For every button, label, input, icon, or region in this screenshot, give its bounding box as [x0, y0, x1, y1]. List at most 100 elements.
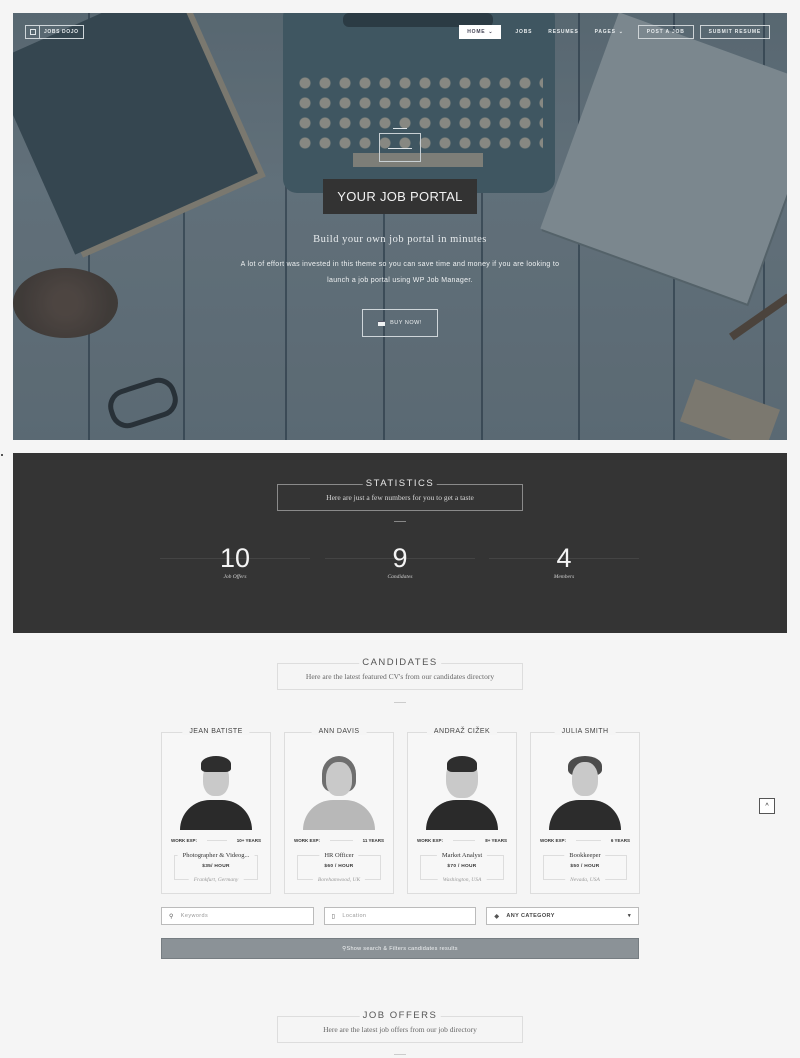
- candidate-title: HR Officer: [319, 852, 359, 859]
- candidate-rate: $50 / HOUR: [570, 864, 600, 869]
- candidate-search-form: ⚲ Keywords ▯ Location ◆ ANY CATEGORY ▾: [161, 907, 640, 925]
- buy-now-label: BUY NOW!: [390, 320, 422, 326]
- stat-label: Job Offers: [223, 574, 247, 580]
- nav-pages[interactable]: PAGES ⌄: [587, 25, 632, 39]
- section-title: JOB OFFERS: [359, 1010, 441, 1021]
- nav-resumes[interactable]: RESUMES: [540, 25, 586, 39]
- candidate-rate: $35/ HOUR: [202, 864, 230, 869]
- stray-dot: [1, 454, 3, 456]
- hero-content: YOUR JOB PORTAL Build your own job porta…: [13, 128, 787, 337]
- candidate-info: Market Analyst $70 / HOUR Washington, US…: [420, 852, 504, 883]
- candidate-info: Bookkeeper $50 / HOUR Nevada, USA: [543, 852, 627, 883]
- candidate-info: Photographer & Videog... $35/ HOUR Frank…: [174, 852, 258, 883]
- nav-pages-label: PAGES: [594, 29, 616, 35]
- work-exp-label: WORK EXP:: [417, 838, 444, 843]
- caret-down-icon: ▾: [627, 913, 632, 919]
- stat-members: 4 Members: [489, 543, 639, 580]
- candidate-card[interactable]: JULIA SMITH WORK EXP: 6 YEARS Bookkeeper …: [530, 728, 640, 894]
- candidate-title: Bookkeeper: [564, 852, 606, 859]
- candidate-location: Nevada, USA: [565, 877, 605, 883]
- map-icon: ▯: [331, 913, 336, 920]
- show-results-label: Show search & Filters candidates results: [346, 945, 458, 952]
- tags-icon: ◆: [494, 913, 500, 920]
- candidate-photo[interactable]: [546, 748, 624, 830]
- candidate-name[interactable]: JEAN BATISTE: [182, 728, 250, 735]
- nav-home-label: HOME: [467, 29, 486, 35]
- candidate-photo[interactable]: [177, 748, 255, 830]
- section-subtitle: Here are the latest job offers from our …: [323, 1025, 477, 1034]
- site-logo[interactable]: JOBS DOJO: [25, 25, 84, 39]
- section-title: STATISTICS: [362, 478, 438, 489]
- candidate-rate: $70 / HOUR: [447, 864, 477, 869]
- work-exp-value: 8+ YEARS: [485, 838, 507, 843]
- main-nav: HOME ⌄ JOBS RESUMES PAGES ⌄ POST A JOB SUB…: [459, 25, 770, 39]
- hero-title: YOUR JOB PORTAL: [323, 179, 477, 214]
- stat-label: Candidates: [387, 574, 413, 580]
- candidate-photo[interactable]: [300, 748, 378, 830]
- candidate-card[interactable]: ANN DAVIS WORK EXP: 11 YEARS HR Officer $…: [284, 728, 394, 894]
- hero-subtitle: Build your own job portal in minutes: [313, 234, 487, 245]
- candidate-name[interactable]: JULIA SMITH: [554, 728, 616, 735]
- credit-card-icon: [378, 320, 386, 326]
- work-exp-label: WORK EXP:: [294, 838, 321, 843]
- work-exp-label: WORK EXP:: [540, 838, 567, 843]
- avatar: [425, 748, 500, 830]
- hero-description-line: launch a job portal using WP Job Manager…: [327, 277, 473, 284]
- back-to-top-button[interactable]: ^: [759, 798, 775, 814]
- stat-value: 4: [556, 543, 572, 573]
- stat-value: 9: [392, 543, 408, 573]
- keywords-placeholder: Keywords: [180, 913, 209, 919]
- nav-jobs[interactable]: JOBS: [507, 25, 540, 39]
- candidate-card[interactable]: ANDRAŽ CIŽEK WORK EXP: 8+ YEARS Market An…: [407, 728, 517, 894]
- work-exp-value: 11 YEARS: [362, 838, 384, 843]
- hero-emblem: [379, 133, 421, 162]
- search-icon: ⚲: [169, 913, 174, 920]
- avatar: [302, 748, 377, 830]
- post-a-job-button[interactable]: POST A JOB: [637, 25, 694, 39]
- chevron-down-icon: ⌄: [488, 29, 494, 35]
- divider: [393, 128, 407, 129]
- candidate-info: HR Officer $60 / HOUR Borehamwood, UK: [297, 852, 381, 883]
- hero-description-line: A lot of effort was invested in this the…: [240, 261, 560, 268]
- work-exp-value: 10+ YEARS: [236, 838, 261, 843]
- section-header: STATISTICS Here are just a few numbers f…: [277, 478, 523, 511]
- candidate-card[interactable]: JEAN BATISTE WORK EXP: 10+ YEARS Photogra…: [161, 728, 271, 894]
- divider: [394, 1054, 406, 1055]
- location-input[interactable]: ▯ Location: [323, 907, 477, 925]
- candidate-photo[interactable]: [423, 748, 501, 830]
- work-experience: WORK EXP: 8+ YEARS: [417, 838, 507, 843]
- stat-value: 10: [219, 543, 251, 573]
- stat-candidates: 9 Candidates: [325, 543, 475, 580]
- section-header: CANDIDATES Here are the latest featured …: [277, 657, 523, 690]
- nav-home[interactable]: HOME ⌄: [459, 25, 502, 39]
- candidate-location: Borehamwood, UK: [312, 877, 366, 883]
- statistics-section: STATISTICS Here are just a few numbers f…: [13, 453, 787, 633]
- chevron-up-icon: ^: [765, 802, 769, 810]
- post-a-job-label: POST A JOB: [646, 29, 685, 35]
- work-exp-label: WORK EXP:: [171, 838, 198, 843]
- candidate-title: Photographer & Videog...: [177, 852, 255, 859]
- candidate-name[interactable]: ANN DAVIS: [311, 728, 367, 735]
- location-placeholder: Location: [342, 913, 367, 919]
- section-title: CANDIDATES: [359, 657, 441, 668]
- divider: [394, 702, 406, 703]
- hero-description: A lot of effort was invested in this the…: [13, 257, 787, 289]
- candidate-rate: $60 / HOUR: [324, 864, 354, 869]
- stat-job-offers: 10 Job Offers: [160, 543, 310, 580]
- work-exp-value: 6 YEARS: [610, 838, 630, 843]
- submit-resume-button[interactable]: SUBMIT RESUME: [699, 25, 770, 39]
- avatar: [179, 748, 254, 830]
- keywords-input[interactable]: ⚲ Keywords: [161, 907, 314, 925]
- show-results-button[interactable]: ⚲ Show search & Filters candidates resul…: [161, 938, 639, 959]
- candidate-location: Frankfurt, Germany: [188, 877, 244, 883]
- work-experience: WORK EXP: 6 YEARS: [540, 838, 630, 843]
- category-select[interactable]: ◆ ANY CATEGORY ▾: [486, 907, 640, 925]
- category-value: ANY CATEGORY: [506, 913, 555, 919]
- hero-section: JOBS DOJO HOME ⌄ JOBS RESUMES PAGES ⌄ POST…: [13, 13, 787, 440]
- section-header: JOB OFFERS Here are the latest job offer…: [277, 1010, 523, 1043]
- candidate-name[interactable]: ANDRAŽ CIŽEK: [426, 728, 498, 735]
- nav-jobs-label: JOBS: [515, 29, 533, 35]
- chevron-down-icon: ⌄: [618, 29, 624, 35]
- buy-now-button[interactable]: BUY NOW!: [362, 309, 438, 337]
- logo-text: JOBS DOJO: [44, 29, 79, 35]
